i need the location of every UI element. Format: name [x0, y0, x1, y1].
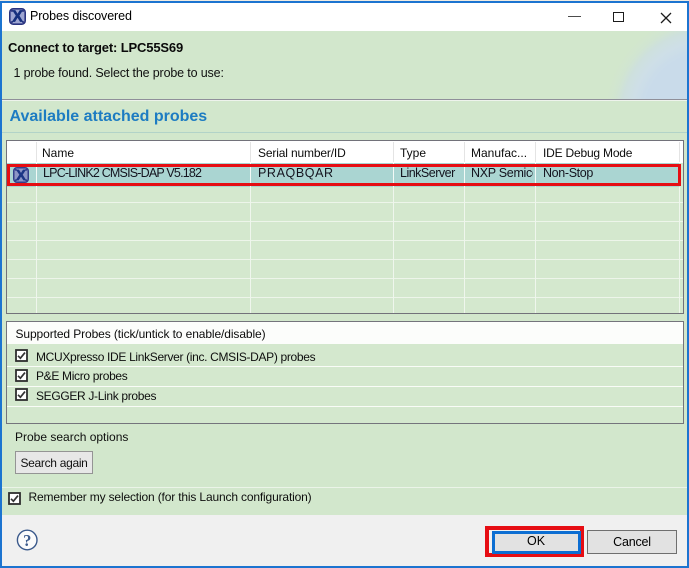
- svg-text:?: ?: [23, 531, 31, 550]
- svg-text:X: X: [12, 8, 23, 25]
